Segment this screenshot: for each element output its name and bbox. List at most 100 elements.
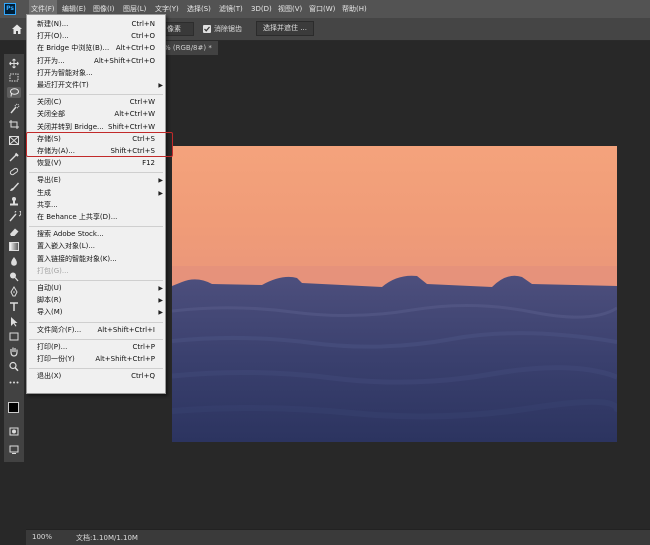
file-menu-item[interactable]: 置入嵌入对象(L)... [37,241,155,252]
more-tools-icon[interactable] [7,377,21,388]
file-menu-item[interactable]: 共享... [37,200,155,211]
tools-panel [4,54,24,462]
menu-separator [29,368,163,370]
file-menu-item-shortcut: Ctrl+W [129,98,155,107]
file-menu-item[interactable]: 打印(P)... Ctrl+P [37,342,155,353]
pen-tool-icon[interactable] [7,286,21,297]
file-menu-item[interactable]: 搜索 Adobe Stock... [37,229,155,240]
file-menu-item-label: 自动(U) [37,284,62,292]
file-menu-item-label: 最近打开文件(T) [37,81,89,89]
file-menu-item-shortcut: Alt+Shift+Ctrl+O [94,56,155,65]
submenu-arrow-icon: ▶ [158,285,163,292]
file-menu-item-label: 关闭(C) [37,98,62,107]
file-menu-item[interactable]: 最近打开文件(T) ▶ [37,80,163,91]
file-menu-item-shortcut: F12 [142,159,155,168]
file-menu-item[interactable]: 文件简介(F)... Alt+Shift+Ctrl+I [37,325,155,336]
file-menu-item[interactable]: 置入链接的智能对象(K)... [37,254,155,265]
crop-tool-icon[interactable] [7,119,21,130]
document-image[interactable] [172,146,617,442]
file-menu-item[interactable]: 新建(N)... Ctrl+N [37,19,155,30]
blur-tool-icon[interactable] [7,256,21,267]
healing-brush-tool-icon[interactable] [7,166,21,177]
file-menu-item[interactable]: 恢复(V) F12 [37,158,155,169]
file-menu-item[interactable]: 在 Behance 上共享(D)... [37,212,155,223]
file-menu-item-label: 生成 [37,188,51,197]
file-menu-item-shortcut: Alt+Ctrl+O [115,44,155,53]
file-menu-item-label: 恢复(V) [37,159,62,168]
status-bar: 100% 文档:1.10M/1.10M [26,529,650,545]
rectangle-tool-icon[interactable] [7,331,21,342]
file-menu-item-label: 打印(P)... [37,342,68,351]
file-menu-item[interactable]: 关闭(C) Ctrl+W [37,97,155,108]
file-menu-item-label: 搜索 Adobe Stock... [37,230,104,239]
menu-select[interactable]: 选择(S) [185,0,213,18]
menu-separator [29,226,163,228]
file-menu-item[interactable]: 脚本(R) ▶ [37,295,163,306]
menu-filter[interactable]: 滤镜(T) [217,0,245,18]
home-icon[interactable] [11,23,23,35]
file-menu-item[interactable]: 打开为智能对象... [37,68,155,79]
document-tab[interactable]: % (RGB/8#) * × [160,41,218,66]
file-menu-item[interactable]: 打印一份(Y) Alt+Shift+Ctrl+P [37,354,155,365]
antialias-checkbox[interactable] [203,25,211,33]
select-and-mask-button[interactable]: 选择并遮住 ... [256,21,314,36]
file-menu-item-label: 导入(M) [37,308,63,317]
file-menu-item[interactable]: 关闭并转到 Bridge... Shift+Ctrl+W [37,122,155,133]
file-menu-item-shortcut: Ctrl+Q [131,372,155,381]
file-menu-item[interactable]: 退出(X) Ctrl+Q [37,371,155,382]
type-tool-icon[interactable] [7,301,21,312]
lasso-tool-icon[interactable] [7,87,21,98]
file-menu-item: 打包(G)... [37,266,155,277]
file-menu-item[interactable]: 在 Bridge 中浏览(B)... Alt+Ctrl+O [37,43,155,54]
file-menu-item-label: 共享... [37,200,58,209]
file-menu-item-label: 在 Behance 上共享(D)... [37,213,118,221]
file-menu-dropdown: 新建(N)... Ctrl+N 打开(O)... Ctrl+O 在 Bridge 中浏览… [26,14,166,394]
foreground-color-swatch[interactable] [8,402,19,413]
file-menu-item-shortcut: Alt+Shift+Ctrl+I [97,325,155,334]
menu-separator [29,172,163,174]
gradient-tool-icon[interactable] [7,241,21,252]
file-menu-item-shortcut: Ctrl+O [131,32,155,41]
file-menu-item-label: 打印一份(Y) [37,355,75,363]
quick-mask-icon[interactable] [7,426,21,437]
file-menu-item[interactable]: 生成 ▶ [37,188,163,199]
file-menu-item-label: 关闭并转到 Bridge... [37,122,104,131]
eyedropper-tool-icon[interactable] [7,151,21,162]
file-menu-item-label: 新建(N)... [37,20,69,28]
menu-3d[interactable]: 3D(D) [249,0,274,18]
file-menu-item-label: 打开为智能对象... [37,68,93,77]
brush-tool-icon[interactable] [7,181,21,192]
menu-view[interactable]: 视图(V) [276,0,304,18]
eraser-tool-icon[interactable] [7,226,21,237]
move-tool-icon[interactable] [7,58,21,69]
menu-separator [29,338,163,340]
document-tab-label: % (RGB/8#) * [164,44,212,52]
screen-mode-icon[interactable] [7,444,21,455]
file-menu-item-label: 在 Bridge 中浏览(B)... [37,44,110,53]
frame-tool-icon[interactable] [7,135,21,146]
dodge-tool-icon[interactable] [7,271,21,282]
file-menu-item-shortcut: Shift+Ctrl+W [107,122,155,131]
history-brush-tool-icon[interactable] [7,211,21,222]
zoom-level[interactable]: 100% [32,533,52,541]
file-menu-item[interactable]: 自动(U) ▶ [37,283,163,294]
zoom-tool-icon[interactable] [7,361,21,372]
file-menu-item-label: 文件简介(F)... [37,325,82,334]
clone-stamp-tool-icon[interactable] [7,196,21,207]
file-menu-item[interactable]: 导出(E) ▶ [37,175,163,186]
path-select-tool-icon[interactable] [7,316,21,327]
file-menu-item-shortcut: Ctrl+N [131,20,155,28]
hand-tool-icon[interactable] [7,346,21,357]
submenu-arrow-icon: ▶ [158,82,163,89]
file-menu-item[interactable]: 打开(O)... Ctrl+O [37,31,155,42]
file-menu-item-label: 退出(X) [37,372,62,381]
file-menu-item[interactable]: 关闭全部 Alt+Ctrl+W [37,109,155,120]
file-menu-item[interactable]: 打开为... Alt+Shift+Ctrl+O [37,56,155,67]
marquee-tool-icon[interactable] [7,72,21,83]
file-menu-item-label: 置入链接的智能对象(K)... [37,254,117,263]
file-menu-item-label: 置入嵌入对象(L)... [37,242,96,251]
quick-select-tool-icon[interactable] [7,103,21,114]
menu-help[interactable]: 帮助(H) [340,0,369,18]
file-menu-item[interactable]: 导入(M) ▶ [37,307,163,318]
menu-window[interactable]: 窗口(W) [307,0,337,18]
